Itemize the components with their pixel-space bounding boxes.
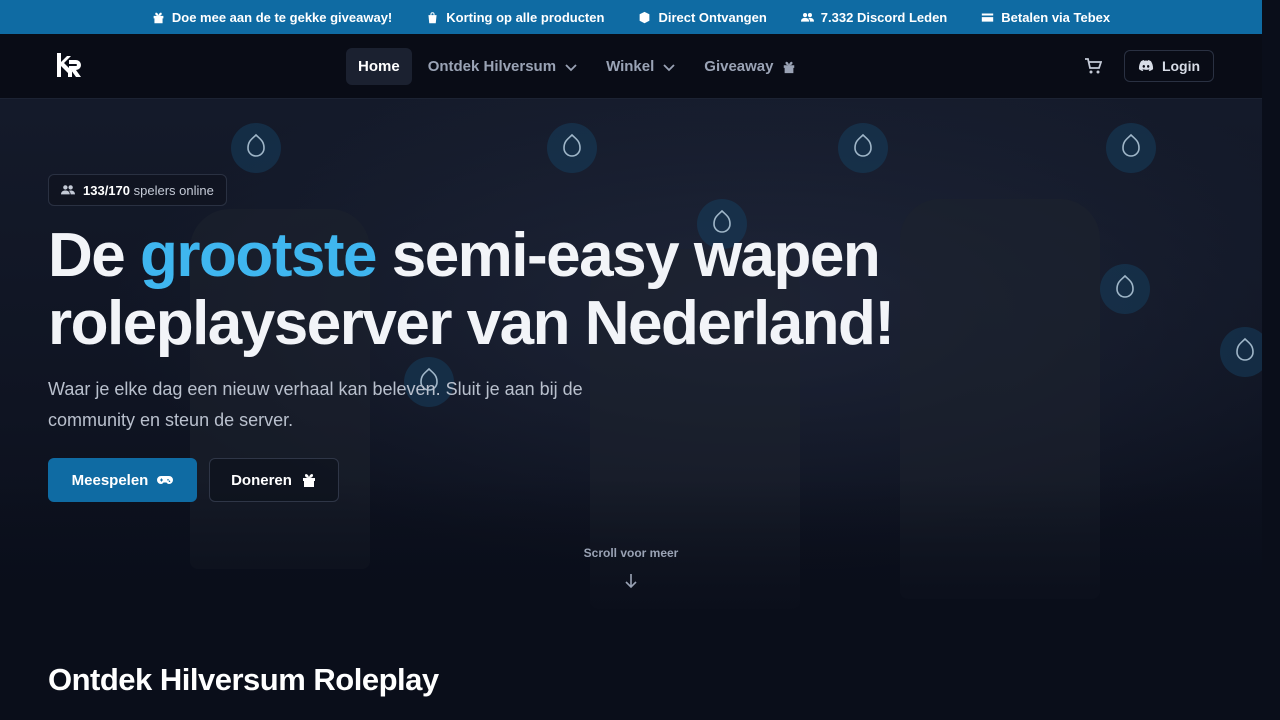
users-icon	[61, 185, 75, 195]
cart-icon[interactable]	[1084, 57, 1102, 75]
police-badge-icon	[547, 123, 597, 173]
topbar-item-korting[interactable]: Korting op alle producten	[426, 10, 604, 25]
police-badge-icon	[231, 123, 281, 173]
box-icon	[640, 11, 650, 23]
login-button[interactable]: Login	[1124, 50, 1214, 82]
topbar-label: Korting op alle producten	[446, 9, 605, 25]
announcement-bar: Doe mee aan de te gekke giveaway! Kortin…	[0, 0, 1262, 34]
page-scrollbar[interactable]	[1262, 0, 1280, 720]
players-count: 133/170	[83, 182, 130, 198]
police-badge-icon	[1100, 264, 1150, 314]
topbar-label: Direct Ontvangen	[658, 9, 767, 25]
headline-rest-2: roleplayserver van Nederland!	[48, 289, 895, 358]
users-icon	[800, 12, 814, 22]
gift-icon	[783, 61, 794, 73]
headline-pre: De	[48, 221, 140, 290]
topbar-item-giveaway[interactable]: Doe mee aan de te gekke giveaway!	[152, 10, 392, 25]
police-badge-icon	[1220, 327, 1262, 377]
doneren-button[interactable]: Doneren	[209, 458, 339, 502]
headline-accent: grootste	[139, 221, 378, 290]
gift-icon	[302, 474, 315, 487]
doneren-label: Doneren	[231, 471, 292, 489]
headline-rest-1: semi-easy wapen	[375, 221, 881, 290]
nav-links: Home Ontdek Hilversum Winkel Giveaway	[346, 48, 808, 85]
card-icon	[982, 12, 994, 22]
nav-winkel[interactable]: Winkel	[594, 48, 688, 85]
gamepad-icon	[157, 476, 174, 484]
players-online-badge: 133/170 spelers online	[48, 174, 227, 206]
hero-headline: De grootste semi-easy wapen roleplayserve…	[48, 222, 948, 358]
nav-home[interactable]: Home	[346, 48, 412, 85]
nav-ontdek-label: Ontdek Hilversum	[427, 58, 557, 75]
police-badge-icon	[838, 123, 888, 173]
main-navigation: Home Ontdek Hilversum Winkel Giveaway Lo…	[0, 34, 1262, 99]
scroll-hint: Scroll voor meer	[583, 546, 679, 560]
topbar-label: Betalen via Tebex	[1001, 9, 1111, 25]
section-title: Ontdek Hilversum Roleplay	[48, 662, 439, 697]
topbar-item-direct[interactable]: Direct Ontvangen	[638, 9, 767, 25]
nav-ontdek-hilversum[interactable]: Ontdek Hilversum	[416, 48, 590, 85]
chevron-down-icon	[663, 63, 675, 71]
discord-icon	[1138, 60, 1153, 72]
topbar-label: Doe mee aan de te gekke giveaway!	[171, 9, 393, 25]
players-text: 133/170 spelers online	[83, 183, 214, 198]
meespelen-button[interactable]: Meespelen	[48, 458, 197, 502]
nav-home-label: Home	[358, 58, 400, 75]
bag-icon	[428, 11, 437, 23]
nav-giveaway[interactable]: Giveaway	[692, 48, 807, 85]
chevron-down-icon	[565, 63, 577, 71]
topbar-item-tebex[interactable]: Betalen via Tebex	[981, 10, 1110, 25]
arrow-down-icon[interactable]	[623, 572, 639, 590]
hero-subtitle: Waar je elke dag een nieuw verhaal kan b…	[48, 379, 583, 430]
nav-winkel-label: Winkel	[606, 58, 655, 75]
players-suffix: spelers online	[133, 182, 214, 198]
hr-logo[interactable]	[55, 50, 83, 80]
meespelen-label: Meespelen	[71, 471, 149, 489]
topbar-item-discord[interactable]: 7.332 Discord Leden	[800, 9, 948, 25]
gift-icon	[153, 12, 164, 23]
police-badge-icon	[1106, 123, 1156, 173]
topbar-label: 7.332 Discord Leden	[820, 9, 948, 25]
nav-giveaway-label: Giveaway	[704, 58, 774, 75]
login-label: Login	[1161, 58, 1201, 74]
